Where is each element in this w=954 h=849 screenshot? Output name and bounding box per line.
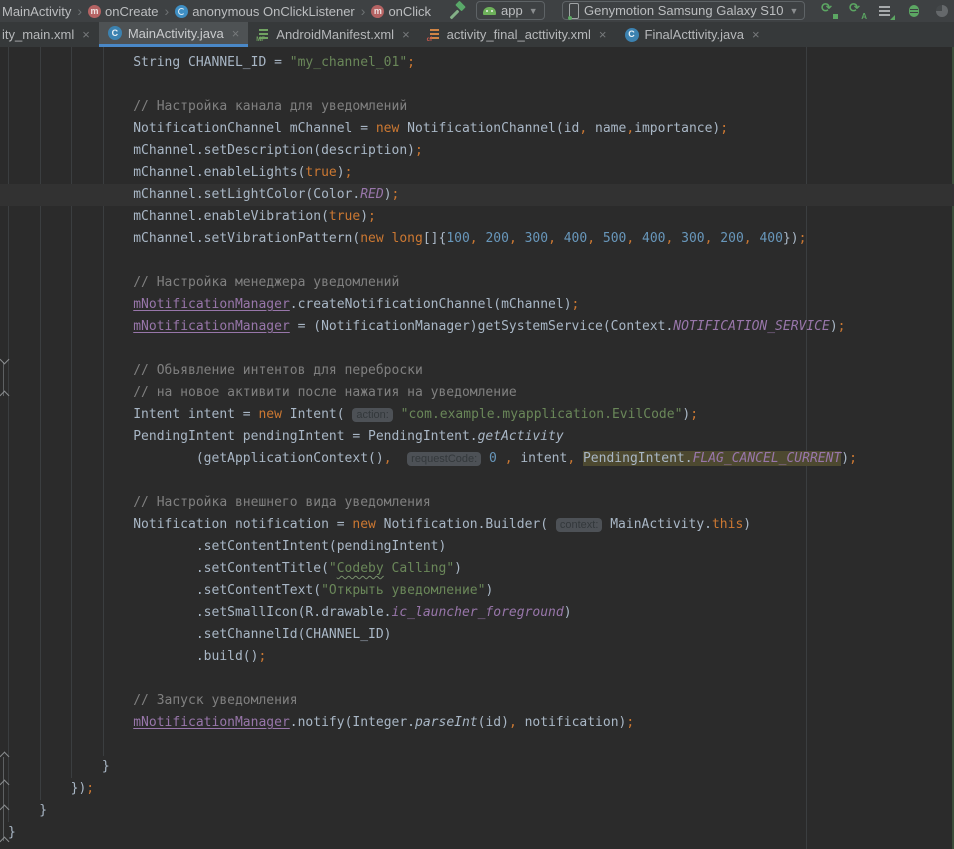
breadcrumb-class[interactable]: MainActivity	[2, 4, 71, 19]
main-toolbar: MainActivity › m onCreate › anonymous On…	[0, 0, 954, 22]
build-hammer-icon[interactable]	[450, 2, 468, 20]
android-icon	[483, 7, 496, 15]
tab-activity-final-acttivity-xml[interactable]: cf activity_final_acttivity.xml ×	[419, 22, 616, 47]
tab-androidmanifest-xml[interactable]: MF AndroidManifest.xml ×	[248, 22, 418, 47]
breadcrumb-separator-icon: ›	[77, 3, 82, 19]
run-configuration-select[interactable]: app ▼	[476, 1, 545, 20]
tab-label: AndroidManifest.xml	[276, 27, 394, 42]
tab-label: activity_final_acttivity.xml	[447, 27, 591, 42]
breadcrumb-anonymous-class[interactable]: anonymous OnClickListener	[175, 4, 355, 19]
tab-label: FinalActtivity.java	[645, 27, 744, 42]
tab-label: MainActivity.java	[128, 26, 224, 41]
device-select[interactable]: Genymotion Samsung Galaxy S10 ▼	[562, 1, 805, 20]
manifest-file-icon: MF	[257, 28, 270, 41]
java-class-icon: C	[625, 28, 639, 42]
toolbar-actions: ⟳ ⟳A	[822, 1, 951, 21]
close-icon[interactable]: ×	[752, 27, 760, 42]
chevron-down-icon: ▼	[789, 6, 798, 16]
apply-changes-restart-icon[interactable]: ⟳	[822, 3, 839, 20]
apply-code-changes-icon[interactable]: ⟳A	[850, 3, 867, 20]
profiler-icon[interactable]	[934, 3, 951, 20]
breadcrumb-label: onCreate	[105, 4, 158, 19]
layout-xml-file-icon: cf	[428, 28, 441, 41]
run-configuration-label: app	[501, 3, 523, 18]
method-icon: m	[88, 5, 101, 18]
debug-icon[interactable]	[906, 3, 923, 20]
close-icon[interactable]: ×	[232, 26, 240, 41]
android-studio-window: { "toolbar": { "breadcrumbs": [ {"label"…	[0, 0, 954, 849]
breadcrumb-oncreate[interactable]: m onCreate	[88, 4, 158, 19]
code-lines: String CHANNEL_ID = "my_channel_01"; // …	[0, 47, 954, 844]
breadcrumb-label: anonymous OnClickListener	[192, 4, 355, 19]
device-phone-icon	[569, 3, 579, 19]
code-editor[interactable]: String CHANNEL_ID = "my_channel_01"; // …	[0, 47, 954, 849]
breadcrumb: MainActivity › m onCreate › anonymous On…	[2, 0, 431, 22]
method-icon: m	[371, 5, 384, 18]
close-icon[interactable]: ×	[599, 27, 607, 42]
close-icon[interactable]: ×	[402, 27, 410, 42]
tab-label: ity_main.xml	[2, 27, 74, 42]
breadcrumb-onclick[interactable]: m onClick	[371, 4, 431, 19]
breadcrumb-separator-icon: ›	[361, 3, 366, 19]
java-class-icon: C	[108, 26, 122, 40]
breadcrumb-label: onClick	[388, 4, 431, 19]
tab-activity-main-xml[interactable]: ity_main.xml ×	[0, 22, 99, 47]
breadcrumb-label: MainActivity	[2, 4, 71, 19]
editor-tab-bar: ity_main.xml × C MainActivity.java × MF …	[0, 22, 954, 47]
device-label: Genymotion Samsung Galaxy S10	[584, 3, 783, 18]
tab-finalacttivity-java[interactable]: C FinalActtivity.java ×	[616, 22, 769, 47]
breadcrumb-separator-icon: ›	[165, 3, 170, 19]
chevron-down-icon: ▼	[529, 6, 538, 16]
tab-mainactivity-java[interactable]: C MainActivity.java ×	[99, 22, 248, 47]
anonymous-class-icon	[175, 5, 188, 18]
coverage-icon[interactable]	[878, 3, 895, 20]
close-icon[interactable]: ×	[82, 27, 90, 42]
